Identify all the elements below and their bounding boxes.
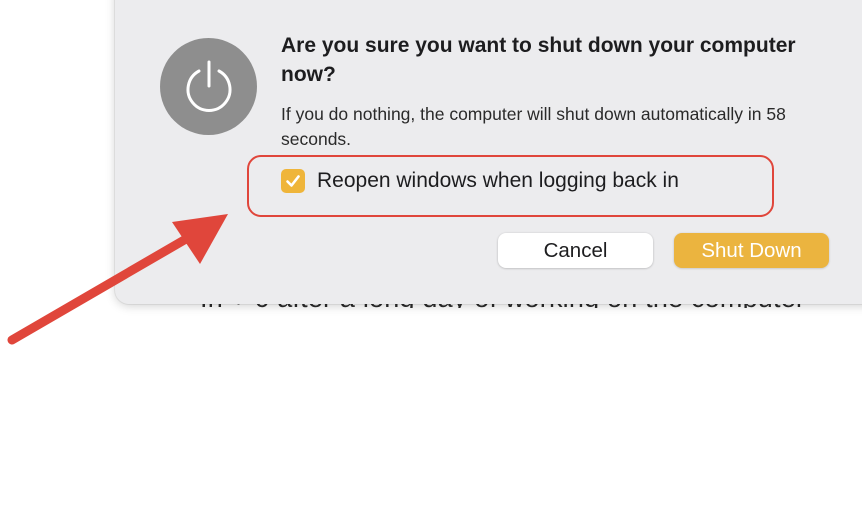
shut-down-button-label: Shut Down: [701, 238, 802, 262]
shut-down-button[interactable]: Shut Down: [674, 233, 829, 268]
reopen-windows-checkbox[interactable]: [281, 169, 305, 193]
reopen-windows-label: Reopen windows when logging back in: [317, 169, 679, 192]
power-icon: [160, 38, 257, 135]
dialog-message: If you do nothing, the computer will shu…: [281, 104, 786, 149]
dialog-title: Are you sure you want to shut down your …: [281, 34, 796, 86]
screenshot-stage: In + 6 after a long day of working on th…: [0, 0, 862, 510]
reopen-windows-option[interactable]: Reopen windows when logging back in: [281, 169, 679, 193]
checkmark-icon: [286, 175, 300, 187]
cancel-button-label: Cancel: [543, 238, 608, 262]
power-symbol-icon: [186, 60, 231, 112]
cancel-button[interactable]: Cancel: [498, 233, 653, 268]
